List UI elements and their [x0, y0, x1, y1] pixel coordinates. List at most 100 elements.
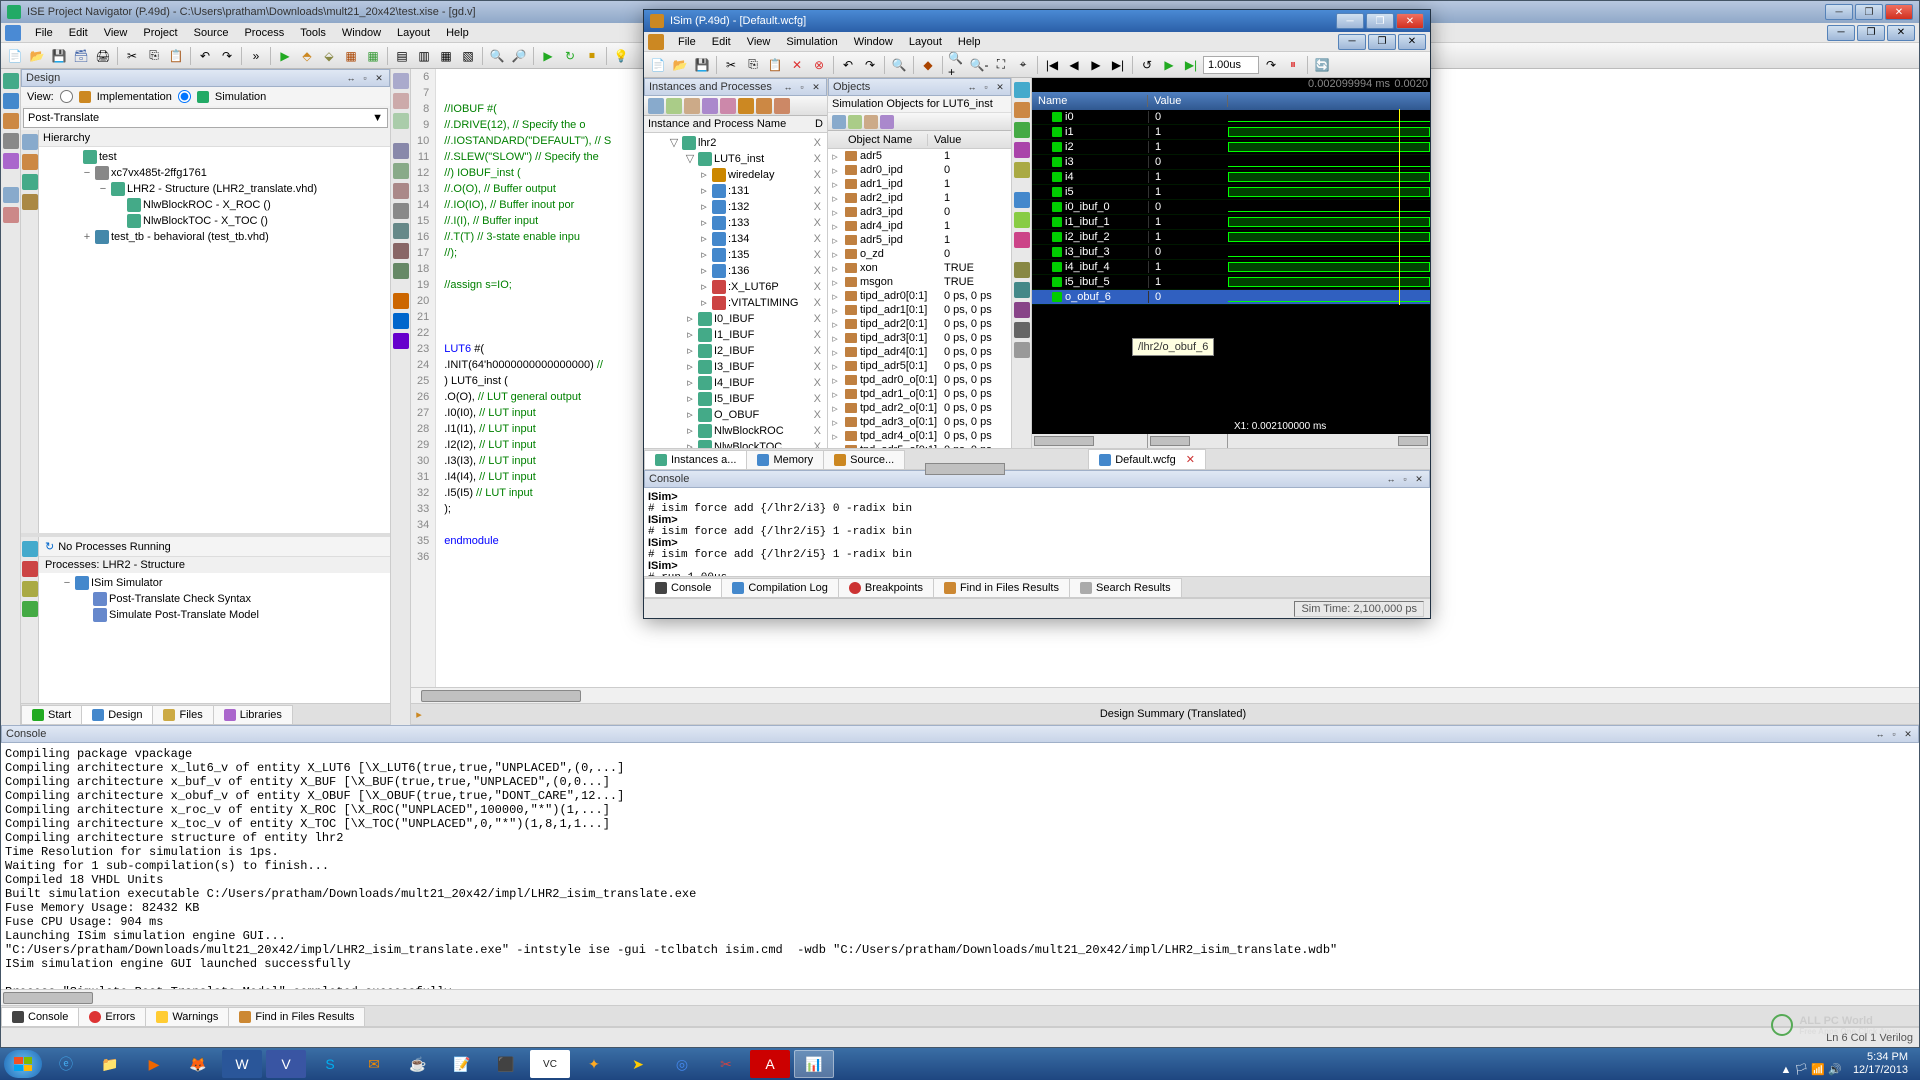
instance-item[interactable]: ▹I0_IBUFX: [646, 311, 825, 327]
isim-goto-next-icon[interactable]: ▶: [1086, 55, 1106, 75]
wt4-icon[interactable]: [1014, 142, 1030, 158]
ise-menu-help[interactable]: Help: [438, 25, 477, 41]
ise-mdi-close[interactable]: ✕: [1887, 25, 1915, 41]
ht1-icon[interactable]: [22, 134, 38, 150]
isim-console-output[interactable]: ISim> # isim force add {/lhr2/i3} 0 -rad…: [644, 488, 1430, 576]
isim-max-button[interactable]: ❐: [1366, 13, 1394, 29]
instance-item[interactable]: ▹:135X: [646, 247, 825, 263]
wt2-icon[interactable]: [1014, 102, 1030, 118]
process-item[interactable]: Post-Translate Check Syntax: [41, 591, 388, 607]
instance-item[interactable]: ▹:134X: [646, 231, 825, 247]
wave-signal-row[interactable]: o_obuf_60: [1032, 290, 1430, 305]
pt2-icon[interactable]: [22, 561, 38, 577]
wt1-icon[interactable]: [1014, 82, 1030, 98]
impl2-icon[interactable]: ⬙: [319, 46, 339, 66]
wave-signal-row[interactable]: i2_ibuf_21: [1032, 230, 1430, 245]
stop-icon[interactable]: ⏹: [582, 46, 602, 66]
tree-item[interactable]: +test_tb - behavioral (test_tb.vhd): [41, 229, 388, 245]
console-hscroll[interactable]: [1, 989, 1919, 1005]
tab-warnings[interactable]: Warnings: [145, 1007, 229, 1026]
object-row[interactable]: ▹adr2_ipd1: [828, 191, 1011, 205]
app1-icon[interactable]: ✦: [574, 1050, 614, 1078]
tree-item[interactable]: NlwBlockTOC - X_TOC (): [41, 213, 388, 229]
new-icon[interactable]: 📄: [5, 46, 25, 66]
wt5-icon[interactable]: [1014, 162, 1030, 178]
it8-icon[interactable]: [774, 98, 790, 114]
instance-item[interactable]: ▹NlwBlockROCX: [646, 423, 825, 439]
et4-icon[interactable]: [393, 143, 409, 159]
et12-icon[interactable]: [393, 313, 409, 329]
object-row[interactable]: ▹tipd_adr0[0:1]0 ps, 0 ps: [828, 289, 1011, 303]
tab-instances[interactable]: Instances a...: [644, 450, 747, 469]
snip-icon[interactable]: ✂: [706, 1050, 746, 1078]
system-tray[interactable]: ▲ 🏳 📶 🔊 5:34 PM 12/17/2013: [1772, 1051, 1916, 1077]
isim-mdi-close[interactable]: ✕: [1398, 34, 1426, 50]
op-p[interactable]: ▫: [980, 81, 992, 93]
play-icon[interactable]: ▶: [275, 46, 295, 66]
tree-item[interactable]: NlwBlockROC - X_ROC (): [41, 197, 388, 213]
isim-tab-search[interactable]: Search Results: [1069, 578, 1182, 597]
visio-icon[interactable]: V: [266, 1050, 306, 1078]
table2-icon[interactable]: ▥: [414, 46, 434, 66]
skype-icon[interactable]: S: [310, 1050, 350, 1078]
object-row[interactable]: ▹adr5_ipd1: [828, 233, 1011, 247]
isim-save-icon[interactable]: 💾: [692, 55, 712, 75]
et8-icon[interactable]: [393, 223, 409, 239]
pt4-icon[interactable]: [22, 601, 38, 617]
waveform-area[interactable]: 0.002099994 ms 0.0020 Name Value i00i11i…: [1032, 78, 1430, 448]
tab-memory[interactable]: Memory: [746, 450, 824, 469]
tab-default-wcfg[interactable]: Default.wcfg✕: [1088, 449, 1206, 469]
it1-icon[interactable]: [648, 98, 664, 114]
ip-f[interactable]: ↔: [782, 81, 794, 93]
isim-delete-icon[interactable]: ✕: [787, 55, 807, 75]
wt7-icon[interactable]: [1014, 212, 1030, 228]
wt3-icon[interactable]: [1014, 122, 1030, 138]
bulb-icon[interactable]: 💡: [611, 46, 631, 66]
ise-menu-edit[interactable]: Edit: [61, 25, 96, 41]
object-row[interactable]: ▹tipd_adr4[0:1]0 ps, 0 ps: [828, 345, 1011, 359]
instance-item[interactable]: ▽lhr2X: [646, 135, 825, 151]
object-row[interactable]: ▹adr1_ipd1: [828, 177, 1011, 191]
isim-goto-end-icon[interactable]: ▶|: [1108, 55, 1128, 75]
isim-min-button[interactable]: ─: [1336, 13, 1364, 29]
isim-zoom-fit-icon[interactable]: ⛶: [991, 55, 1011, 75]
save-all-icon[interactable]: 🗃: [71, 46, 91, 66]
cygwin-icon[interactable]: ⬛: [486, 1050, 526, 1078]
isim-redo-icon[interactable]: ↷: [860, 55, 880, 75]
instance-item[interactable]: ▹I3_IBUFX: [646, 359, 825, 375]
print-icon[interactable]: 🖨: [93, 46, 113, 66]
redo-icon[interactable]: ↷: [217, 46, 237, 66]
instances-tree[interactable]: ▽lhr2X▽LUT6_instX▹wiredelayX▹:131X▹:132X…: [644, 133, 827, 448]
instance-item[interactable]: ▹:VITALTIMINGX: [646, 295, 825, 311]
con-close-icon[interactable]: ✕: [1902, 728, 1914, 740]
et13-icon[interactable]: [393, 333, 409, 349]
close-wcfg-icon[interactable]: ✕: [1186, 453, 1195, 466]
wave-signal-row[interactable]: i3_ibuf_30: [1032, 245, 1430, 260]
tab-design[interactable]: Design: [81, 705, 153, 724]
view-impl-radio[interactable]: [60, 90, 73, 103]
object-row[interactable]: ▹adr4_ipd1: [828, 219, 1011, 233]
ise-min-button[interactable]: ─: [1825, 4, 1853, 20]
vtool-4-icon[interactable]: [3, 133, 19, 149]
view-sim-radio[interactable]: [178, 90, 191, 103]
isim-break-icon[interactable]: ⏸: [1283, 55, 1303, 75]
panel-float-icon[interactable]: ↔: [345, 72, 357, 84]
ise-close-button[interactable]: ✕: [1885, 4, 1913, 20]
et6-icon[interactable]: [393, 183, 409, 199]
isim-copy-icon[interactable]: ⎘: [743, 55, 763, 75]
ise-menu-window[interactable]: Window: [334, 25, 389, 41]
isim-new-icon[interactable]: 📄: [648, 55, 668, 75]
tree-item[interactable]: −xc7vx485t-2ffg1761: [41, 165, 388, 181]
wave-col-value[interactable]: Value: [1148, 95, 1228, 107]
isim-title-bar[interactable]: ISim (P.49d) - [Default.wcfg] ─ ❐ ✕: [644, 10, 1430, 32]
paste-icon[interactable]: 📋: [166, 46, 186, 66]
tab-files[interactable]: Files: [152, 705, 213, 724]
wt6-icon[interactable]: [1014, 192, 1030, 208]
con-float-icon[interactable]: ↔: [1874, 728, 1886, 740]
instance-item[interactable]: ▹:X_LUT6PX: [646, 279, 825, 295]
object-row[interactable]: ▹adr0_ipd0: [828, 163, 1011, 177]
object-row[interactable]: ▹tipd_adr1[0:1]0 ps, 0 ps: [828, 303, 1011, 317]
ic-f[interactable]: ↔: [1385, 473, 1397, 485]
it6-icon[interactable]: [738, 98, 754, 114]
process-item[interactable]: Simulate Post-Translate Model: [41, 607, 388, 623]
